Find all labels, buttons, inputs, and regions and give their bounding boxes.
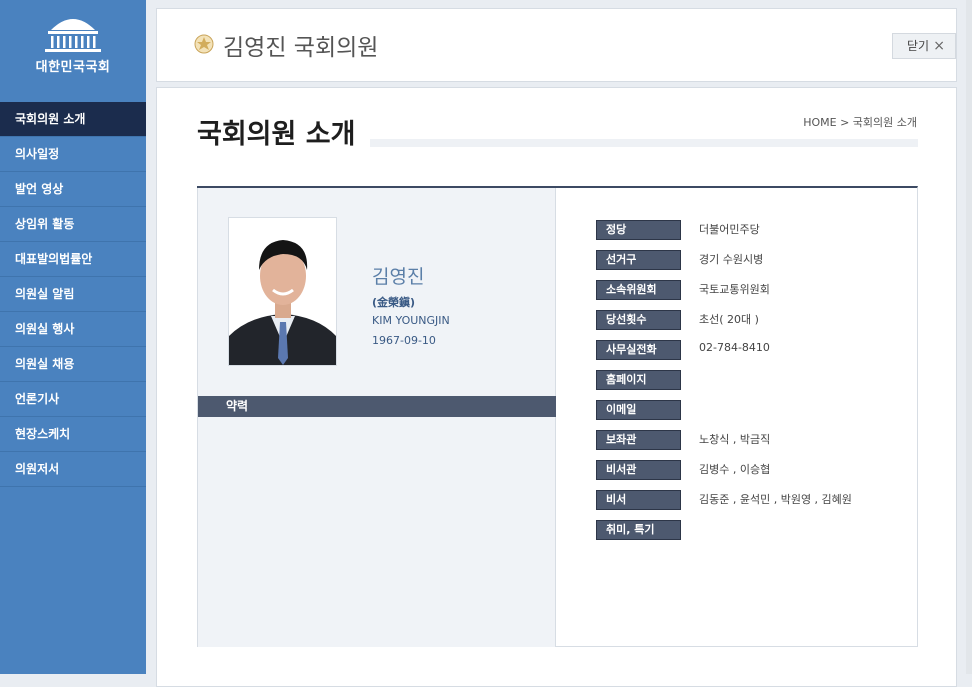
sidebar-item-9[interactable]: 현장스케치 xyxy=(0,417,146,452)
member-name-hanja: (金榮鎭) xyxy=(372,296,416,309)
sidebar-item-8[interactable]: 언론기사 xyxy=(0,382,146,417)
profile-box: 김영진 (金榮鎭) KIM YOUNGJIN 1967-09-10 약력 정당 더… xyxy=(197,186,918,647)
close-button[interactable]: 닫기 × xyxy=(892,33,956,59)
info-value: 경기 수원시병 xyxy=(699,253,764,266)
info-label: 이메일 xyxy=(596,400,681,420)
main-content: 국회의원 소개 HOME > 국회의원 소개 김영진 (金榮鎭) KIM YOU… xyxy=(156,87,957,687)
profile-summary: 김영진 (金榮鎭) KIM YOUNGJIN 1967-09-10 약력 xyxy=(197,188,556,647)
sidebar-item-1[interactable]: 의사일정 xyxy=(0,137,146,172)
info-label: 비서 xyxy=(596,490,681,510)
title-underline xyxy=(370,139,918,147)
info-label: 사무실전화 xyxy=(596,340,681,360)
info-label: 소속위원회 xyxy=(596,280,681,300)
sidebar-item-7[interactable]: 의원실 채용 xyxy=(0,347,146,382)
member-title: 김영진 국회의원 xyxy=(223,35,379,61)
close-icon: × xyxy=(933,38,945,54)
assembly-building-icon xyxy=(45,19,101,52)
assembly-logo[interactable]: 대한민국국회 xyxy=(0,14,146,102)
info-value: 더불어민주당 xyxy=(699,223,760,236)
sidebar-item-3[interactable]: 상임위 활동 xyxy=(0,207,146,242)
member-birthdate: 1967-09-10 xyxy=(372,334,436,347)
member-name-english: KIM YOUNGJIN xyxy=(372,314,450,327)
page-title: 국회의원 소개 xyxy=(197,119,356,150)
member-photo xyxy=(228,217,337,366)
sidebar-nav: 국회의원 소개 의사일정 발언 영상 상임위 활동 대표발의법률안 의원실 알림 의원실 행… xyxy=(0,102,146,487)
logo-text: 대한민국국회 xyxy=(35,60,111,75)
info-label: 선거구 xyxy=(596,250,681,270)
info-label: 홈페이지 xyxy=(596,370,681,390)
info-label: 취미, 특기 xyxy=(596,520,681,540)
info-label: 보좌관 xyxy=(596,430,681,450)
sidebar-item-5[interactable]: 의원실 알림 xyxy=(0,277,146,312)
info-value: 초선( 20대 ) xyxy=(699,313,759,326)
close-label: 닫기 xyxy=(907,39,930,53)
breadcrumb: HOME > 국회의원 소개 xyxy=(803,116,917,129)
info-value: 노창식 , 박금직 xyxy=(699,433,771,446)
page-edge xyxy=(966,0,972,674)
info-value: 국토교통위원회 xyxy=(699,283,770,296)
info-label: 당선횟수 xyxy=(596,310,681,330)
info-label: 정당 xyxy=(596,220,681,240)
info-value: 02-784-8410 xyxy=(699,341,770,354)
info-value: 김동준 , 윤석민 , 박원영 , 김혜원 xyxy=(699,493,852,506)
assembly-emblem-icon xyxy=(194,34,214,54)
info-label: 비서관 xyxy=(596,460,681,480)
sidebar-item-10[interactable]: 의원저서 xyxy=(0,452,146,487)
page-header: 김영진 국회의원 닫기 × xyxy=(156,8,957,82)
portrait-image xyxy=(229,218,336,365)
sidebar-item-4[interactable]: 대표발의법률안 xyxy=(0,242,146,277)
sidebar-item-0[interactable]: 국회의원 소개 xyxy=(0,102,146,137)
info-value: 김병수 , 이승협 xyxy=(699,463,771,476)
member-name: 김영진 xyxy=(372,266,425,288)
sidebar-item-6[interactable]: 의원실 행사 xyxy=(0,312,146,347)
sidebar: 대한민국국회 국회의원 소개 의사일정 발언 영상 상임위 활동 대표발의법률안 의원실 … xyxy=(0,0,146,674)
sidebar-item-2[interactable]: 발언 영상 xyxy=(0,172,146,207)
career-header: 약력 xyxy=(198,396,556,417)
